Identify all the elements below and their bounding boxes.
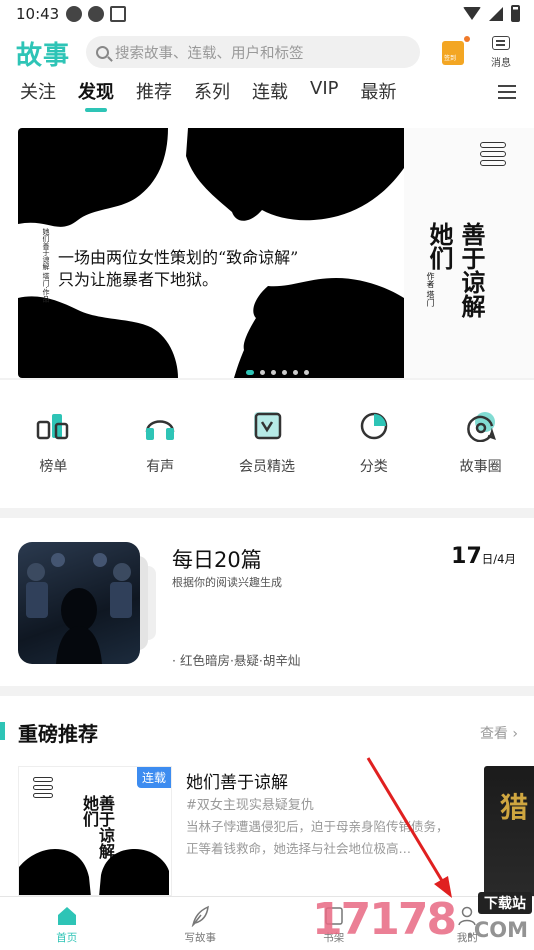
- quicknav-label: 会员精选: [238, 459, 295, 475]
- daily-title: 每日20篇: [172, 548, 262, 572]
- quicknav-ranking[interactable]: 榜单: [0, 380, 107, 508]
- tab-recommend[interactable]: 推荐: [136, 78, 172, 110]
- daily-picks-card[interactable]: 每日20篇 根据你的阅读兴趣生成 · 红色暗房·悬疑·胡辛灿 17日/4月: [0, 518, 534, 686]
- search-icon: [96, 45, 109, 59]
- quicknav-label: 有声: [146, 459, 175, 475]
- nav-write[interactable]: 写故事: [134, 897, 268, 950]
- publisher-stamps: [480, 142, 506, 172]
- daily-subtitle: 根据你的阅读兴趣生成: [172, 576, 282, 589]
- featured-book-cover[interactable]: 善于谅解 她们 连载: [18, 766, 172, 896]
- book-title-part-b: 她们: [425, 222, 454, 270]
- featured-book-title[interactable]: 她们善于谅解: [186, 768, 288, 793]
- vip-selection-icon: [250, 410, 284, 442]
- tab-follow[interactable]: 关注: [20, 78, 56, 110]
- tab-latest[interactable]: 最新: [360, 78, 396, 110]
- signin-button[interactable]: 签到: [442, 36, 470, 65]
- daily-tags: · 红色暗房·悬疑·胡辛灿: [172, 653, 301, 668]
- signal-icon: [489, 6, 503, 21]
- banner-subline: 只为让施暴者下地狱。: [58, 270, 219, 289]
- featured-book-description: 当林子悖遭遇侵犯后，迫于母亲身陷传销债务，正等着钱救命，她选择与社会地位极高…: [186, 819, 449, 856]
- site-watermark: 17178 下载站 .COM: [308, 888, 534, 950]
- top-header: 故事 搜索故事、连载、用户和标签 签到 消息 关注 发现 推荐 系列 连载 VI…: [0, 30, 534, 116]
- ranking-icon: [36, 410, 70, 442]
- quicknav-label: 故事圈: [459, 459, 502, 475]
- see-more-label: 查看: [479, 726, 508, 742]
- carousel-dot[interactable]: [304, 370, 309, 375]
- daily-cover-image: [18, 542, 140, 664]
- quicknav-audio[interactable]: 有声: [107, 380, 214, 508]
- banner-side-text: 她们善于谅解 塔门·作品: [42, 228, 50, 303]
- app-notification-icon: [88, 6, 104, 22]
- carousel-dot[interactable]: [293, 370, 298, 375]
- nav-label: 写故事: [184, 932, 217, 944]
- banner-slide[interactable]: 她们善于谅解 塔门·作品 一场由两位女性策划的“致命谅解” 只为让施暴者下地狱。: [18, 128, 404, 378]
- carousel-dot[interactable]: [282, 370, 287, 375]
- section-accent-bar: [0, 722, 5, 740]
- signin-label: 签到: [444, 55, 457, 62]
- chevron-right-icon: ›: [512, 726, 518, 742]
- search-placeholder: 搜索故事、连载、用户和标签: [115, 45, 304, 62]
- app-logo: 故事: [16, 41, 71, 71]
- carousel-dots: [246, 370, 309, 375]
- tab-series[interactable]: 系列: [194, 78, 230, 110]
- status-time: 10:43: [16, 5, 60, 23]
- app-notification-icon: [66, 6, 82, 22]
- carousel-dot[interactable]: [260, 370, 265, 375]
- quicknav-category[interactable]: 分类: [320, 380, 427, 508]
- nav-label: 首页: [56, 932, 78, 944]
- notification-icons: [66, 6, 126, 22]
- quicknav-label: 分类: [359, 459, 388, 475]
- system-icons: [463, 5, 520, 22]
- serial-badge: 连载: [136, 767, 171, 788]
- quicknav-label: 榜单: [39, 459, 68, 475]
- daily-day: 17: [451, 544, 482, 569]
- feather-icon: [189, 905, 211, 928]
- featured-section: 重磅推荐 查看 › 善于谅解 她们 连载 她们善于谅解 #双女主现实悬疑复仇 当…: [0, 696, 534, 896]
- battery-icon: [511, 5, 520, 22]
- app-notification-icon: [110, 6, 126, 22]
- see-more-link[interactable]: 查看 ›: [480, 723, 518, 743]
- message-button[interactable]: 消息: [486, 36, 516, 69]
- status-bar: 10:43: [0, 0, 534, 30]
- carousel-dot[interactable]: [271, 370, 276, 375]
- banner-headline: 一场由两位女性策划的“致命谅解”: [58, 248, 299, 267]
- next-book-cover[interactable]: 猎: [484, 766, 534, 896]
- wifi-icon: [463, 7, 481, 20]
- menu-icon[interactable]: [498, 85, 516, 99]
- headphones-icon: [143, 410, 177, 442]
- quicknav-vip-selection[interactable]: 会员精选: [214, 380, 321, 508]
- featured-book-tag[interactable]: #双女主现实悬疑复仇: [186, 794, 314, 813]
- nav-home[interactable]: 首页: [0, 897, 134, 950]
- tab-serial[interactable]: 连载: [252, 78, 288, 110]
- book-author: 作者 塔门: [426, 272, 435, 307]
- watermark-number: 17178: [312, 894, 457, 945]
- quicknav-story-circle[interactable]: 故事圈: [427, 380, 534, 508]
- category-icon: [357, 410, 391, 442]
- message-icon: [492, 36, 510, 50]
- search-input[interactable]: 搜索故事、连载、用户和标签: [86, 36, 420, 68]
- watermark-domain: .COM: [465, 918, 528, 942]
- watermark-badge: 下载站: [478, 892, 532, 914]
- book-title-part-a: 善于谅解: [457, 222, 486, 318]
- tab-vip[interactable]: VIP: [310, 78, 338, 110]
- daily-month: 日/4月: [481, 552, 516, 566]
- message-label: 消息: [491, 58, 511, 69]
- carousel-dot[interactable]: [246, 370, 254, 375]
- quick-nav: 榜单 有声 会员精选 分类 故事圈: [0, 380, 534, 508]
- daily-date: 17日/4月: [451, 544, 516, 569]
- home-icon: [56, 905, 78, 927]
- section-title: 重磅推荐: [18, 722, 98, 746]
- banner-book-cover[interactable]: 善于谅解 她们 作者 塔门: [404, 128, 534, 378]
- tab-discover[interactable]: 发现: [78, 78, 114, 110]
- banner-carousel: 她们善于谅解 塔门·作品 一场由两位女性策划的“致命谅解” 只为让施暴者下地狱。…: [0, 116, 534, 378]
- category-tabs: 关注 发现 推荐 系列 连载 VIP 最新: [20, 78, 418, 110]
- story-circle-icon: [464, 410, 498, 443]
- next-cover-text: 猎: [500, 791, 529, 824]
